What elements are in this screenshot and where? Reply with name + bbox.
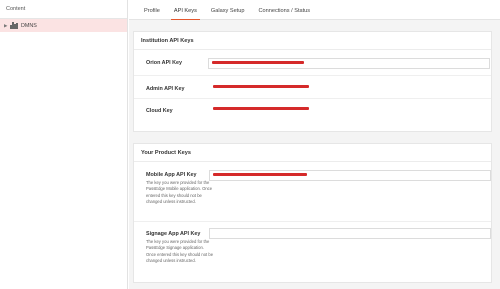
- building-icon: [10, 22, 18, 29]
- tab-api-keys[interactable]: API Keys: [167, 8, 204, 20]
- field-label: Mobile App API Key: [146, 172, 197, 178]
- tab-bar: Profile API Keys Galaxy Setup Connection…: [129, 0, 500, 20]
- field-help-text: The key you were provided for the PassEd…: [146, 180, 213, 204]
- main-content: Profile API Keys Galaxy Setup Connection…: [129, 0, 500, 289]
- field-help-text: The key you were provided for the PassEd…: [146, 239, 214, 263]
- redaction-mark: [213, 173, 307, 177]
- tree-item-dmns[interactable]: ▶ DMNS: [0, 19, 127, 32]
- signage-app-api-key-input[interactable]: [209, 228, 491, 239]
- tab-profile[interactable]: Profile: [137, 8, 167, 19]
- sidebar-header: Content: [0, 0, 127, 19]
- admin-key-row: Admin API Key: [134, 76, 491, 99]
- panel-title: Your Product Keys: [134, 144, 491, 162]
- content-sidebar: Content ▶ DMNS: [0, 0, 128, 289]
- tree-item-label: DMNS: [21, 22, 37, 29]
- redaction-mark: [212, 61, 304, 65]
- mobile-app-api-key-input[interactable]: [209, 170, 491, 181]
- redaction-mark: [213, 107, 309, 111]
- caret-right-icon[interactable]: ▶: [4, 23, 9, 29]
- redaction-mark: [213, 85, 309, 89]
- product-keys-panel: Your Product Keys Mobile App API Key The…: [133, 143, 492, 283]
- field-label: Admin API Key: [146, 86, 185, 92]
- cloud-key-row: Cloud Key: [134, 99, 491, 131]
- field-label: Orion API Key: [146, 60, 183, 66]
- mobile-key-row: Mobile App API Key The key you were prov…: [134, 162, 491, 222]
- signage-key-row: Signage App API Key The key you were pro…: [134, 222, 491, 282]
- tab-connections-status[interactable]: Connections / Status: [251, 8, 317, 19]
- panel-title: Institution API Keys: [134, 32, 491, 50]
- tab-galaxy-setup[interactable]: Galaxy Setup: [204, 8, 252, 19]
- orion-api-key-input[interactable]: [208, 58, 490, 69]
- field-label: Cloud Key: [146, 108, 173, 114]
- institution-keys-panel: Institution API Keys Orion API Key Admin…: [133, 31, 492, 132]
- orion-key-row: Orion API Key: [134, 50, 491, 76]
- cloud-key-value[interactable]: [209, 104, 491, 115]
- field-label: Signage App API Key: [146, 231, 201, 237]
- admin-api-key-value[interactable]: [209, 82, 491, 93]
